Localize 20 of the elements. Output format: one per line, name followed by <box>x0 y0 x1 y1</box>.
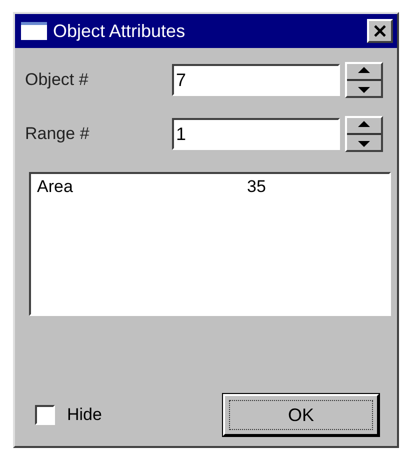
up-arrow-icon <box>356 66 372 74</box>
close-button[interactable] <box>367 19 393 43</box>
hide-checkbox[interactable] <box>35 405 55 425</box>
attribute-list[interactable]: Area 35 <box>29 172 391 316</box>
attribute-value: 35 <box>247 177 266 197</box>
spin-buttons[interactable] <box>345 62 383 98</box>
down-arrow-icon <box>356 86 372 94</box>
up-arrow-icon <box>356 120 372 128</box>
window-icon <box>21 22 47 40</box>
spin-buttons[interactable] <box>345 116 383 152</box>
number-field[interactable]: 7 <box>172 64 340 96</box>
close-icon <box>373 25 387 37</box>
checkbox-label: Hide <box>67 405 102 425</box>
number-field[interactable]: 1 <box>172 118 340 150</box>
down-arrow-icon <box>356 140 372 148</box>
window-title: Object Attributes <box>53 20 186 42</box>
field-label: Range # <box>25 124 90 144</box>
ok-button[interactable]: OK <box>223 394 379 436</box>
attribute-name: Area <box>37 177 74 197</box>
field-label: Object # <box>25 70 90 90</box>
